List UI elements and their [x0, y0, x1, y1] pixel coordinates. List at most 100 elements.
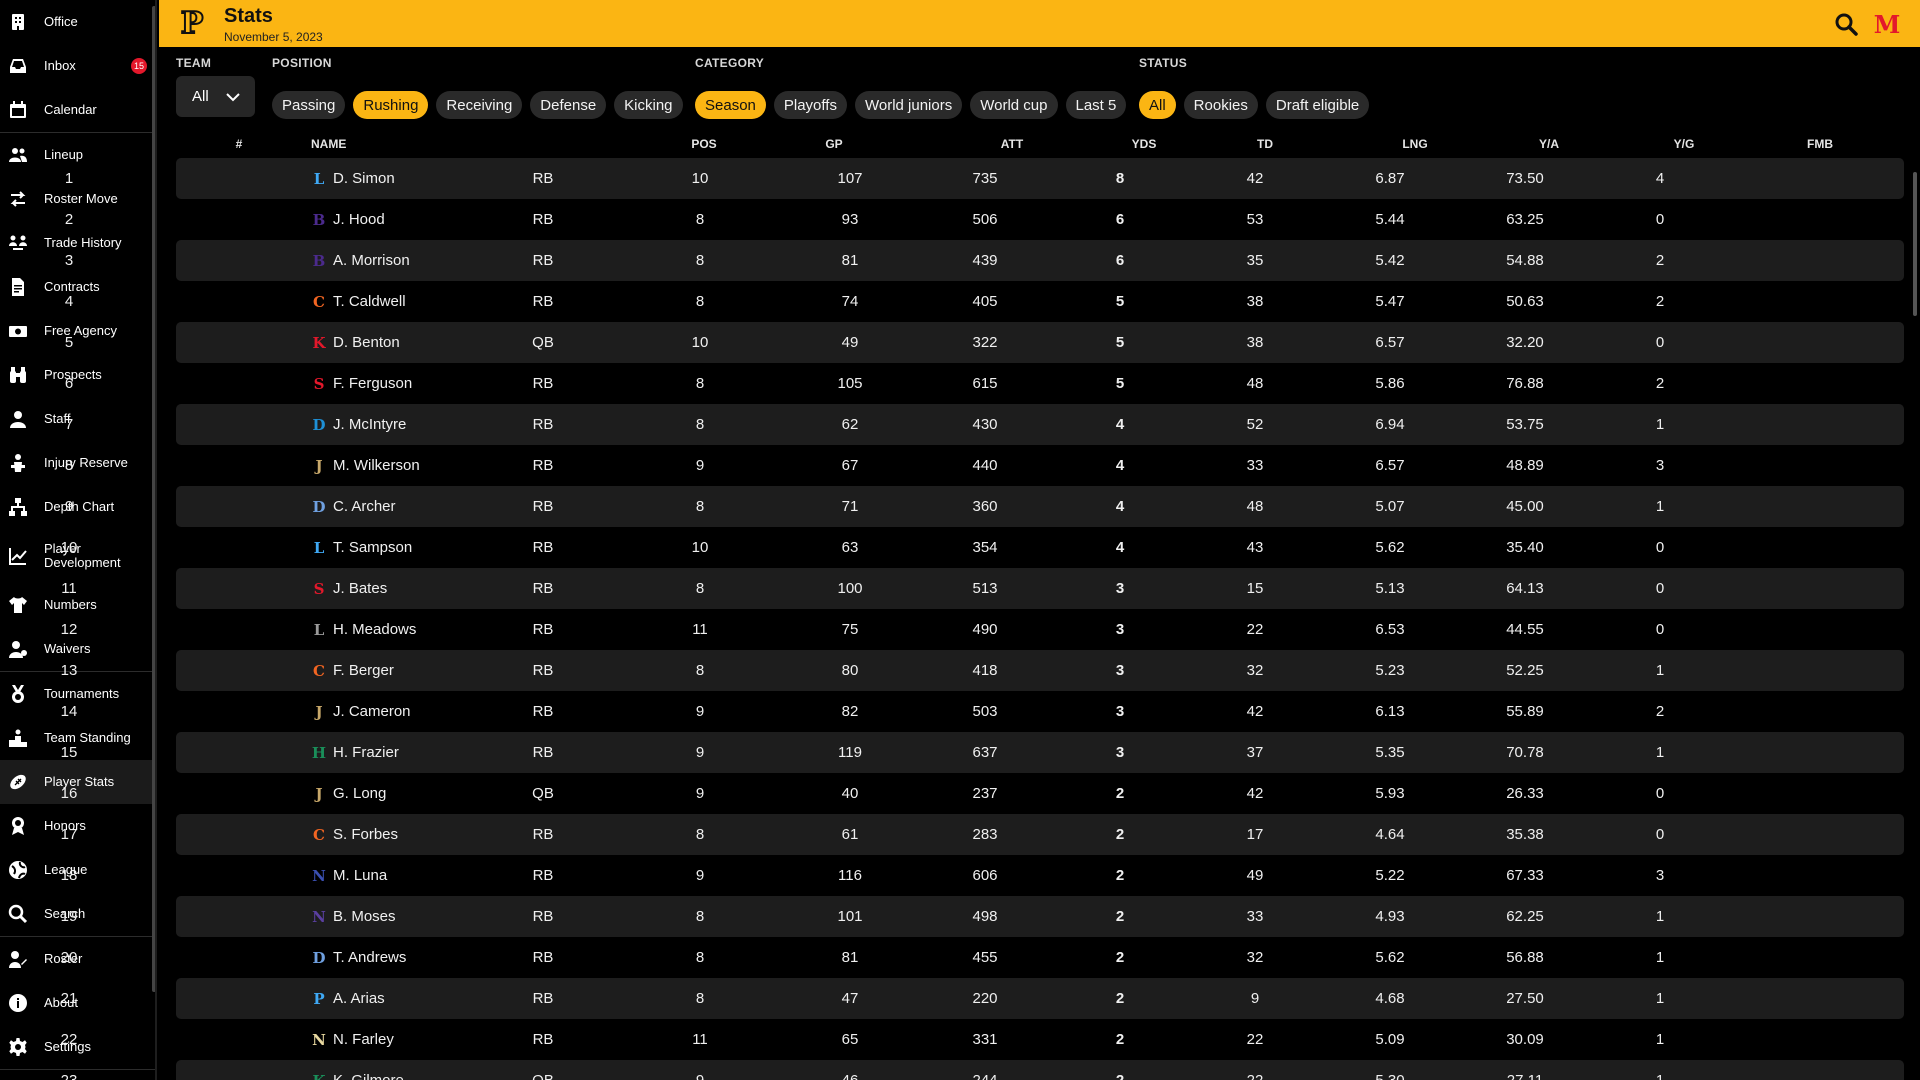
player-name-cell[interactable]: N M. Luna [311, 855, 387, 896]
team-logo-icon[interactable]: P [175, 6, 209, 40]
table-row[interactable]: 2 B J. Hood RB 8 93 506 6 53 5.44 63.25 0 [65, 199, 1904, 240]
table-row[interactable]: 18 N M. Luna RB 9 116 606 2 49 5.22 67.33 3 [61, 855, 1904, 896]
table-scrollbar[interactable] [1913, 172, 1917, 316]
player-name[interactable]: D. Simon [333, 158, 395, 199]
player-name-cell[interactable]: B J. Hood [311, 199, 385, 240]
status-pill-rookies[interactable]: Rookies [1183, 91, 1258, 119]
player-name-cell[interactable]: B A. Morrison [311, 240, 410, 281]
player-name[interactable]: S. Forbes [333, 814, 398, 855]
category-pill-last-5[interactable]: Last 5 [1065, 91, 1127, 119]
table-row[interactable]: 16 J G. Long QB 9 40 237 2 42 5.93 26.33 0 [61, 773, 1904, 814]
table-row[interactable]: 5 K D. Benton QB 10 49 322 5 38 6.57 32.20 0 [65, 322, 1904, 363]
sidebar-scrollbar[interactable] [152, 6, 155, 992]
player-name[interactable]: T. Sampson [333, 527, 412, 568]
column-header-gp[interactable]: GP [825, 137, 842, 151]
table-row[interactable]: 21 P A. Arias RB 8 47 220 2 9 4.68 27.50 1 [61, 978, 1904, 1019]
column-header-yds[interactable]: YDS [1132, 137, 1157, 151]
table-row[interactable]: 14 J J. Cameron RB 9 82 503 3 42 6.13 55.89 2 [61, 691, 1904, 732]
team-select[interactable]: All [176, 76, 255, 117]
player-name-cell[interactable]: K D. Benton [311, 322, 400, 363]
table-row[interactable]: 8 J M. Wilkerson RB 9 67 440 4 33 6.57 48.89 3 [65, 445, 1904, 486]
player-name-cell[interactable]: J J. Cameron [311, 691, 411, 732]
table-row[interactable]: 1 L D. Simon RB 10 107 735 8 42 6.87 73.50 4 [65, 158, 1904, 199]
player-name[interactable]: A. Arias [333, 978, 385, 1019]
table-row[interactable]: 6 S F. Ferguson RB 8 105 615 5 48 5.86 76.88 2 [65, 363, 1904, 404]
status-pill-draft-eligible[interactable]: Draft eligible [1265, 91, 1370, 119]
column-header-fmb[interactable]: FMB [1807, 137, 1833, 151]
column-header-td[interactable]: TD [1257, 137, 1273, 151]
player-name-cell[interactable]: H H. Frazier [311, 732, 399, 773]
player-name-cell[interactable]: J M. Wilkerson [311, 445, 420, 486]
player-name-cell[interactable]: N N. Farley [311, 1019, 394, 1060]
player-name[interactable]: H. Frazier [333, 732, 399, 773]
user-team-logo-icon[interactable]: M [1874, 12, 1900, 36]
player-name-cell[interactable]: D T. Andrews [311, 937, 406, 978]
position-pill-rushing[interactable]: Rushing [353, 91, 429, 119]
sidebar-item-office[interactable]: Office [0, 0, 155, 44]
player-name-cell[interactable]: S J. Bates [311, 568, 388, 609]
sidebar-item-inbox[interactable]: Inbox 15 [0, 44, 155, 88]
player-name[interactable]: A. Morrison [333, 240, 410, 281]
player-name-cell[interactable]: D C. Archer [311, 486, 396, 527]
player-name-cell[interactable]: J G. Long [311, 773, 386, 814]
player-name[interactable]: F. Ferguson [333, 363, 412, 404]
search-icon[interactable] [1834, 12, 1858, 36]
player-name[interactable]: B. Moses [333, 896, 396, 937]
column-header-rank[interactable]: # [236, 137, 243, 151]
category-pill-playoffs[interactable]: Playoffs [773, 91, 847, 119]
player-name[interactable]: M. Luna [333, 855, 387, 896]
table-row[interactable]: 22 N N. Farley RB 11 65 331 2 22 5.09 30.09 1 [61, 1019, 1904, 1060]
status-pill-all[interactable]: All [1139, 91, 1176, 119]
table-row[interactable]: 11 S J. Bates RB 8 100 513 3 15 5.13 64.13 0 [61, 568, 1904, 609]
player-name[interactable]: J. Bates [333, 568, 387, 609]
column-header-name[interactable]: NAME [311, 137, 346, 151]
position-pill-kicking[interactable]: Kicking [614, 91, 683, 119]
player-name[interactable]: M. Wilkerson [333, 445, 420, 486]
player-name[interactable]: J. McIntyre [333, 404, 406, 445]
category-pill-world-juniors[interactable]: World juniors [854, 91, 963, 119]
player-name[interactable]: C. Archer [333, 486, 396, 527]
player-name-cell[interactable]: N B. Moses [311, 896, 396, 937]
player-name-cell[interactable]: K K. Gilmore [311, 1060, 404, 1080]
table-row[interactable]: 9 D C. Archer RB 8 71 360 4 48 5.07 45.00 1 [65, 486, 1904, 527]
player-name[interactable]: T. Caldwell [333, 281, 406, 322]
table-row[interactable]: 13 C F. Berger RB 8 80 418 3 32 5.23 52.25 1 [61, 650, 1904, 691]
category-pill-world-cup[interactable]: World cup [970, 91, 1058, 119]
table-row[interactable]: 3 B A. Morrison RB 8 81 439 6 35 5.42 54.88 2 [65, 240, 1904, 281]
column-header-y-a[interactable]: Y/A [1539, 137, 1559, 151]
player-name[interactable]: J. Cameron [333, 691, 411, 732]
player-name-cell[interactable]: L D. Simon [311, 158, 395, 199]
player-name-cell[interactable]: C F. Berger [311, 650, 394, 691]
table-row[interactable]: 15 H H. Frazier RB 9 119 637 3 37 5.35 70.78 1 [61, 732, 1904, 773]
table-row[interactable]: 19 N B. Moses RB 8 101 498 2 33 4.93 62.25 1 [61, 896, 1904, 937]
player-name[interactable]: J. Hood [333, 199, 385, 240]
table-row[interactable]: 23KK. GilmoreQB9462442225.3027.111 [61, 1060, 1904, 1080]
player-name[interactable]: D. Benton [333, 322, 400, 363]
table-row[interactable]: 4 C T. Caldwell RB 8 74 405 5 38 5.47 50.63 2 [65, 281, 1904, 322]
column-header-att[interactable]: ATT [1001, 137, 1023, 151]
player-name[interactable]: N. Farley [333, 1019, 394, 1060]
player-name[interactable]: H. Meadows [333, 609, 416, 650]
table-row[interactable]: 20 D T. Andrews RB 8 81 455 2 32 5.62 56.88 1 [61, 937, 1904, 978]
player-name-cell[interactable]: L T. Sampson [311, 527, 413, 568]
player-name[interactable]: F. Berger [333, 650, 394, 691]
category-pill-season[interactable]: Season [695, 91, 766, 119]
player-name-cell[interactable]: C S. Forbes [311, 814, 398, 855]
column-header-pos[interactable]: POS [691, 137, 716, 151]
player-name[interactable]: G. Long [333, 773, 386, 814]
position-pill-defense[interactable]: Defense [530, 91, 607, 119]
position-pill-passing[interactable]: Passing [272, 91, 346, 119]
player-name-cell[interactable]: L H. Meadows [311, 609, 417, 650]
table-row[interactable]: 17 C S. Forbes RB 8 61 283 2 17 4.64 35.38 0 [61, 814, 1904, 855]
player-name[interactable]: K. Gilmore [333, 1060, 404, 1080]
table-row[interactable]: 7 D J. McIntyre RB 8 62 430 4 52 6.94 53.75 1 [65, 404, 1904, 445]
column-header-lng[interactable]: LNG [1402, 137, 1427, 151]
player-name[interactable]: T. Andrews [333, 937, 406, 978]
player-name-cell[interactable]: P A. Arias [311, 978, 385, 1019]
player-name-cell[interactable]: S F. Ferguson [311, 363, 413, 404]
player-name-cell[interactable]: C T. Caldwell [311, 281, 406, 322]
position-pill-receiving[interactable]: Receiving [436, 91, 523, 119]
player-name-cell[interactable]: D J. McIntyre [311, 404, 406, 445]
table-row[interactable]: 12 L H. Meadows RB 11 75 490 3 22 6.53 44.55 0 [61, 609, 1904, 650]
table-row[interactable]: 10 L T. Sampson RB 10 63 354 4 43 5.62 35.40 0 [61, 527, 1904, 568]
